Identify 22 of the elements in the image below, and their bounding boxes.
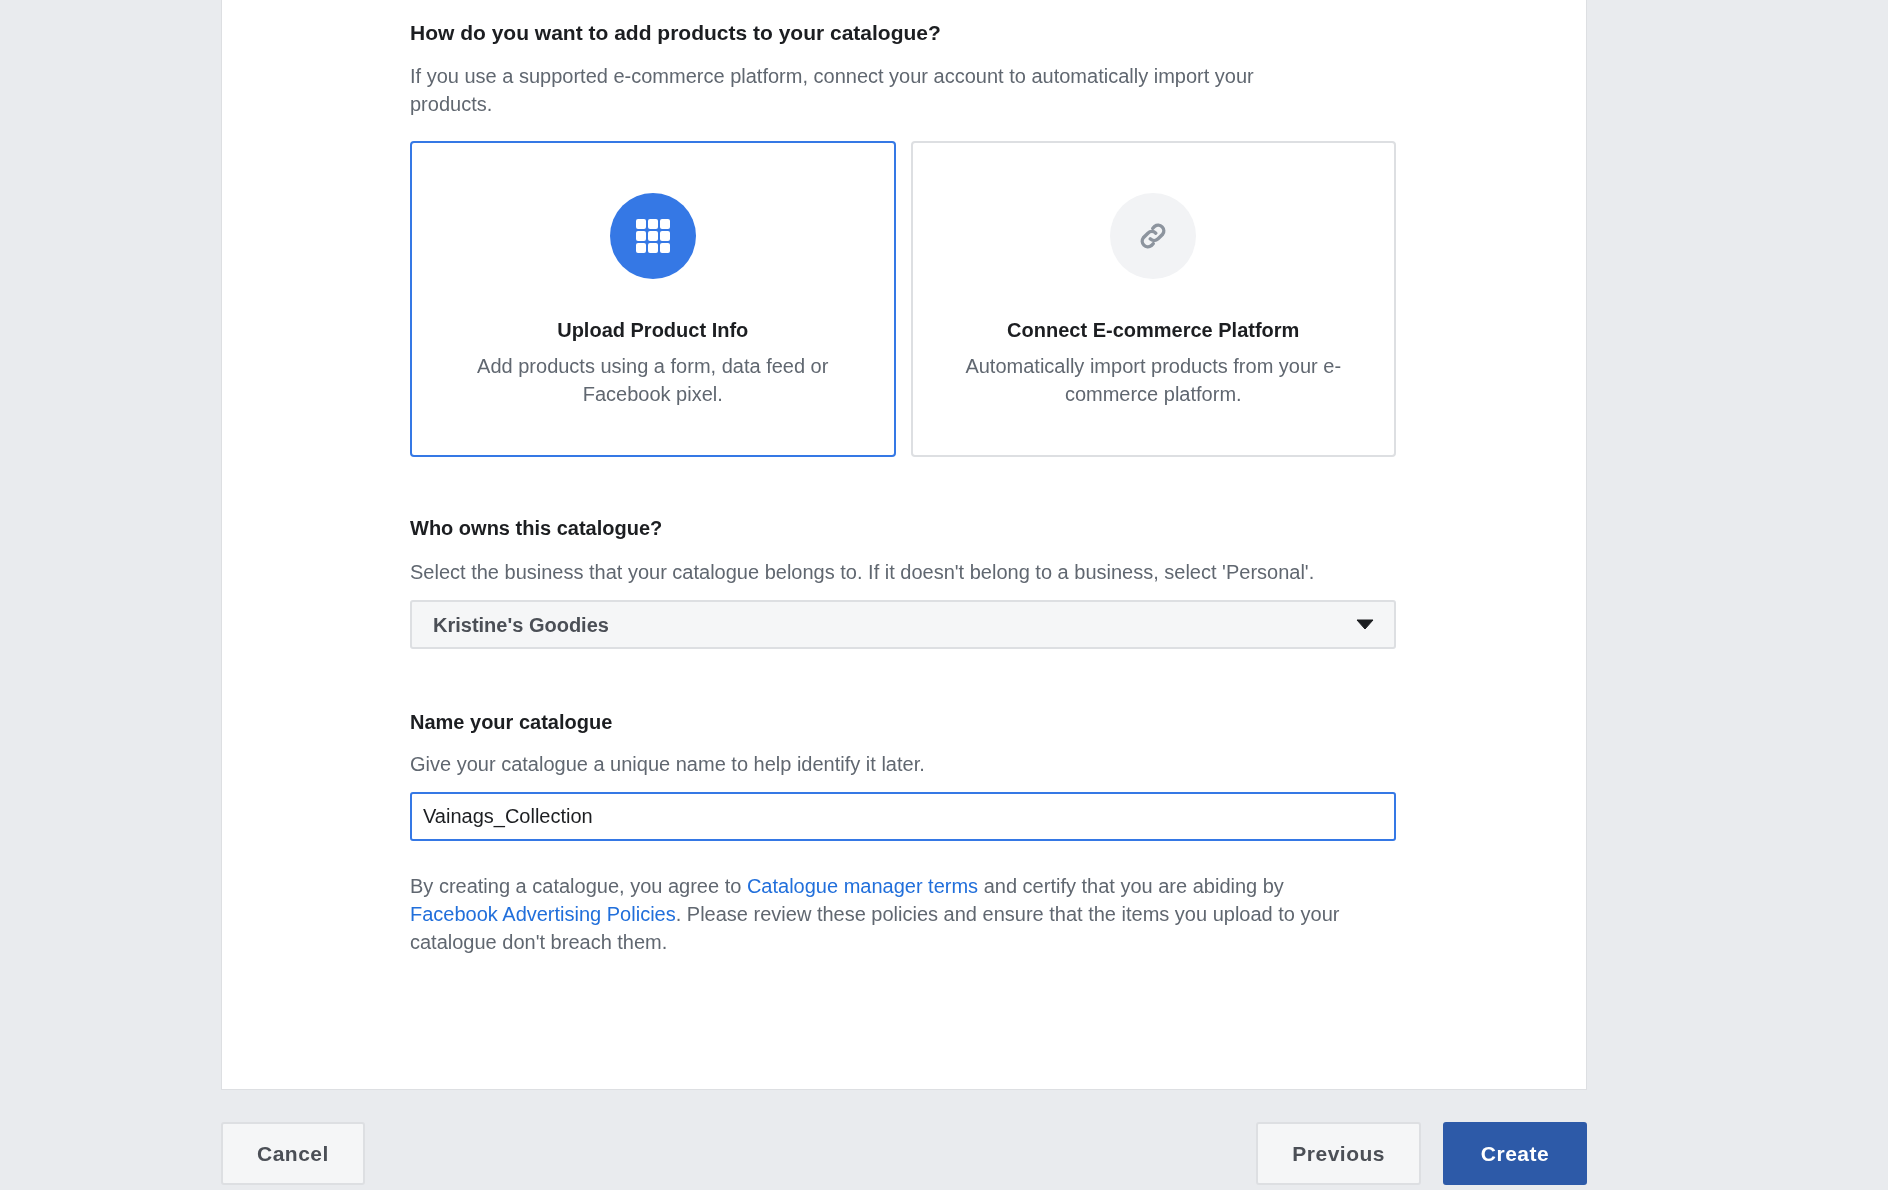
footer-button[interactable]: Cancel [221,1122,365,1185]
terms-text: By creating a catalogue, you agree to Catalogue manager terms and certify that you are abiding by Facebook Advertising Policies. Please review these policies and ensure that the items you upload to your catalogue don't breach them. [410,874,1341,955]
section-description: If you use a supported e-commerce platform, connect your account to automatically import your products. [410,64,1255,117]
section-description: Select the business that your catalogue belongs to. If it doesn't belong to a business, select 'Personal'. [410,560,1316,585]
footer-button[interactable]: Previous [1256,1122,1421,1185]
section-heading: Who owns this catalogue? [410,516,664,541]
catalogue-name-field[interactable]: Vainags_Collection [410,792,1396,841]
option-card[interactable]: Connect E-commerce Platform Automatically import products from your e-commerce platform. [910,141,1396,457]
section-description: Give your catalogue a unique name to help identify it later. [410,752,926,777]
option-card[interactable]: Upload Product Info Add products using a form, data feed or Facebook pixel. [410,141,896,457]
terms-link[interactable]: Facebook Advertising Policies [410,903,676,925]
option-title: Upload Product Info [557,318,749,343]
terms-link[interactable]: Catalogue manager terms [746,875,979,897]
section-heading: Name your catalogue [410,710,614,735]
option-description: Automatically import products from your e-commerce platform. [964,354,1343,407]
grid-icon [635,219,670,253]
option-title: Connect E-commerce Platform [1007,318,1300,343]
caret-icon [1356,619,1374,630]
section-heading: How do you want to add products to your catalogue? [410,20,942,46]
footer-button[interactable]: Create [1443,1122,1587,1185]
business-dropdown[interactable]: Kristine's Goodies [410,600,1396,649]
option-description: Add products using a form, data feed or Facebook pixel. [476,354,830,407]
